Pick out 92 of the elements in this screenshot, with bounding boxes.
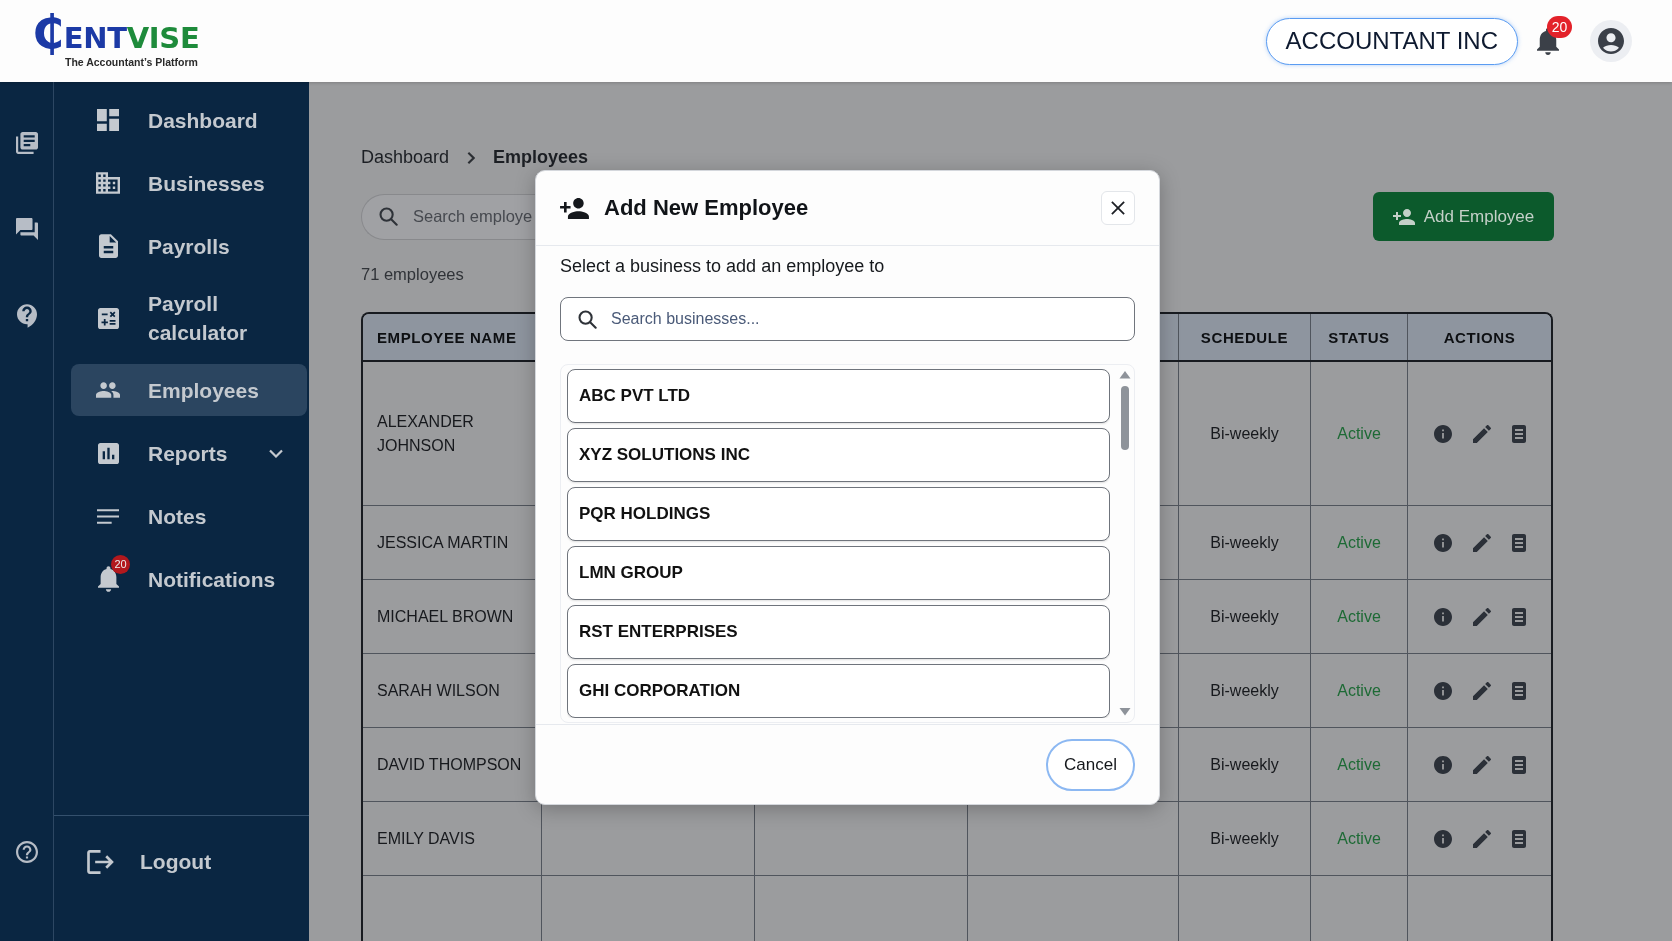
column-header: ACTIONS [1407,314,1551,360]
help-bubble-icon[interactable] [16,304,37,328]
people-icon [96,382,120,398]
search-icon [379,207,398,226]
column-header: STATUS [1310,314,1407,360]
table-cell-text: JESSICA MARTIN [376,532,510,553]
bell-icon [97,566,119,592]
logo-tagline: The Accountant’s Platform [65,56,198,68]
person-add-icon [1392,208,1415,225]
list-icon[interactable] [1511,607,1526,626]
edit-icon[interactable] [1472,681,1491,700]
edit-icon[interactable] [1472,533,1491,552]
table-cell: Bi-weekly [1178,802,1310,875]
table-cell: Bi-weekly [1178,580,1310,653]
cancel-button[interactable]: Cancel [1046,738,1135,791]
business-option[interactable]: PQR HOLDINGS [567,487,1110,541]
table-cell: Bi-weekly [1178,728,1310,801]
list-icon[interactable] [1511,755,1526,774]
table-cell-text: ALEXANDER JOHNSON [376,411,475,456]
sidebar-item[interactable]: Reports [71,427,307,479]
help-icon[interactable] [15,841,38,863]
status-cell: Active [1310,362,1407,505]
books-icon[interactable] [15,132,38,154]
edit-icon[interactable] [1472,829,1491,848]
info-icon[interactable] [1433,424,1452,443]
info-icon[interactable] [1433,829,1452,848]
business-option[interactable]: XYZ SOLUTIONS INC [567,428,1110,482]
status-cell: Active [1310,580,1407,653]
status-cell: Active [1310,802,1407,875]
search-field[interactable]: Search employe [361,193,535,240]
sidebar-item[interactable]: Employees [71,364,307,416]
grid-icon [97,109,119,131]
sidebar-item[interactable]: Payroll calculator [71,283,307,353]
breadcrumb-item[interactable]: Dashboard [361,147,450,168]
employee-count: 71 employees [361,264,464,285]
status-cell: Active [1310,654,1407,727]
dialog-title: Add New Employee [604,195,809,221]
chevron-right-icon [467,150,476,165]
table-cell-text: EMILY DAVIS [376,828,476,849]
logout-button[interactable]: Logout [87,847,212,877]
logo-wordmark: ₵ENTVISE [32,14,200,58]
bar-chart-icon [97,442,119,464]
notification-badge: 20 [1547,15,1572,38]
profile-button[interactable] [1590,20,1632,62]
column-header: SCHEDULE [1178,314,1310,360]
info-icon[interactable] [1433,755,1452,774]
edit-icon[interactable] [1472,607,1491,626]
scrollbar[interactable] [1118,369,1132,718]
info-icon[interactable] [1433,607,1452,626]
sidebar-item[interactable]: 20 Notifications [71,553,307,605]
chat-icon[interactable] [15,218,38,240]
logout-icon [87,850,114,874]
business-option[interactable]: RST ENTERPRISES [567,605,1110,659]
table-cell: Bi-weekly [1178,506,1310,579]
close-button[interactable] [1101,191,1135,225]
business-option[interactable]: ABC PVT LTD [567,369,1110,423]
breadcrumb-item: Employees [493,147,589,168]
status-cell: Active [1310,506,1407,579]
calculator-icon [97,307,119,329]
list-icon[interactable] [1511,829,1526,848]
list-icon[interactable] [1511,424,1526,443]
add-employee-button[interactable]: Add Employee [1373,192,1554,241]
column-header: EMPLOYEE NAME [376,327,518,348]
document-icon [98,234,118,258]
building-icon [96,172,120,194]
sidebar-item[interactable]: Payrolls [71,220,307,272]
list-icon[interactable] [1511,681,1526,700]
sidebar-item[interactable]: Notes [71,490,307,542]
person-add-icon [560,197,589,219]
dialog-subtitle: Select a business to add an employee to [560,255,885,278]
table-cell-text: DAVID THOMPSON [376,754,523,775]
table-cell: Bi-weekly [1178,362,1310,505]
search-icon [578,309,597,329]
business-option[interactable]: GHI CORPORATION [567,664,1110,718]
info-icon[interactable] [1433,533,1452,552]
table-cell: Bi-weekly [1178,654,1310,727]
business-option[interactable]: LMN GROUP [567,546,1110,600]
sidebar-item[interactable]: Businesses [71,157,307,209]
close-icon [1111,201,1125,215]
info-icon[interactable] [1433,681,1452,700]
table-cell-text: SARAH WILSON [376,680,501,701]
table-cell-text: MICHAEL BROWN [376,606,515,627]
list-icon[interactable] [1511,533,1526,552]
status-cell: Active [1310,728,1407,801]
chevron-icon[interactable] [269,448,283,458]
edit-icon[interactable] [1472,424,1491,443]
company-button[interactable]: ACCOUNTANT INC [1265,17,1518,65]
search-field[interactable]: Search businesses... [560,297,1135,341]
edit-icon[interactable] [1472,755,1491,774]
sidebar-item[interactable]: Dashboard [71,94,307,146]
lines-icon [97,508,119,524]
notification-badge: 20 [111,555,130,574]
